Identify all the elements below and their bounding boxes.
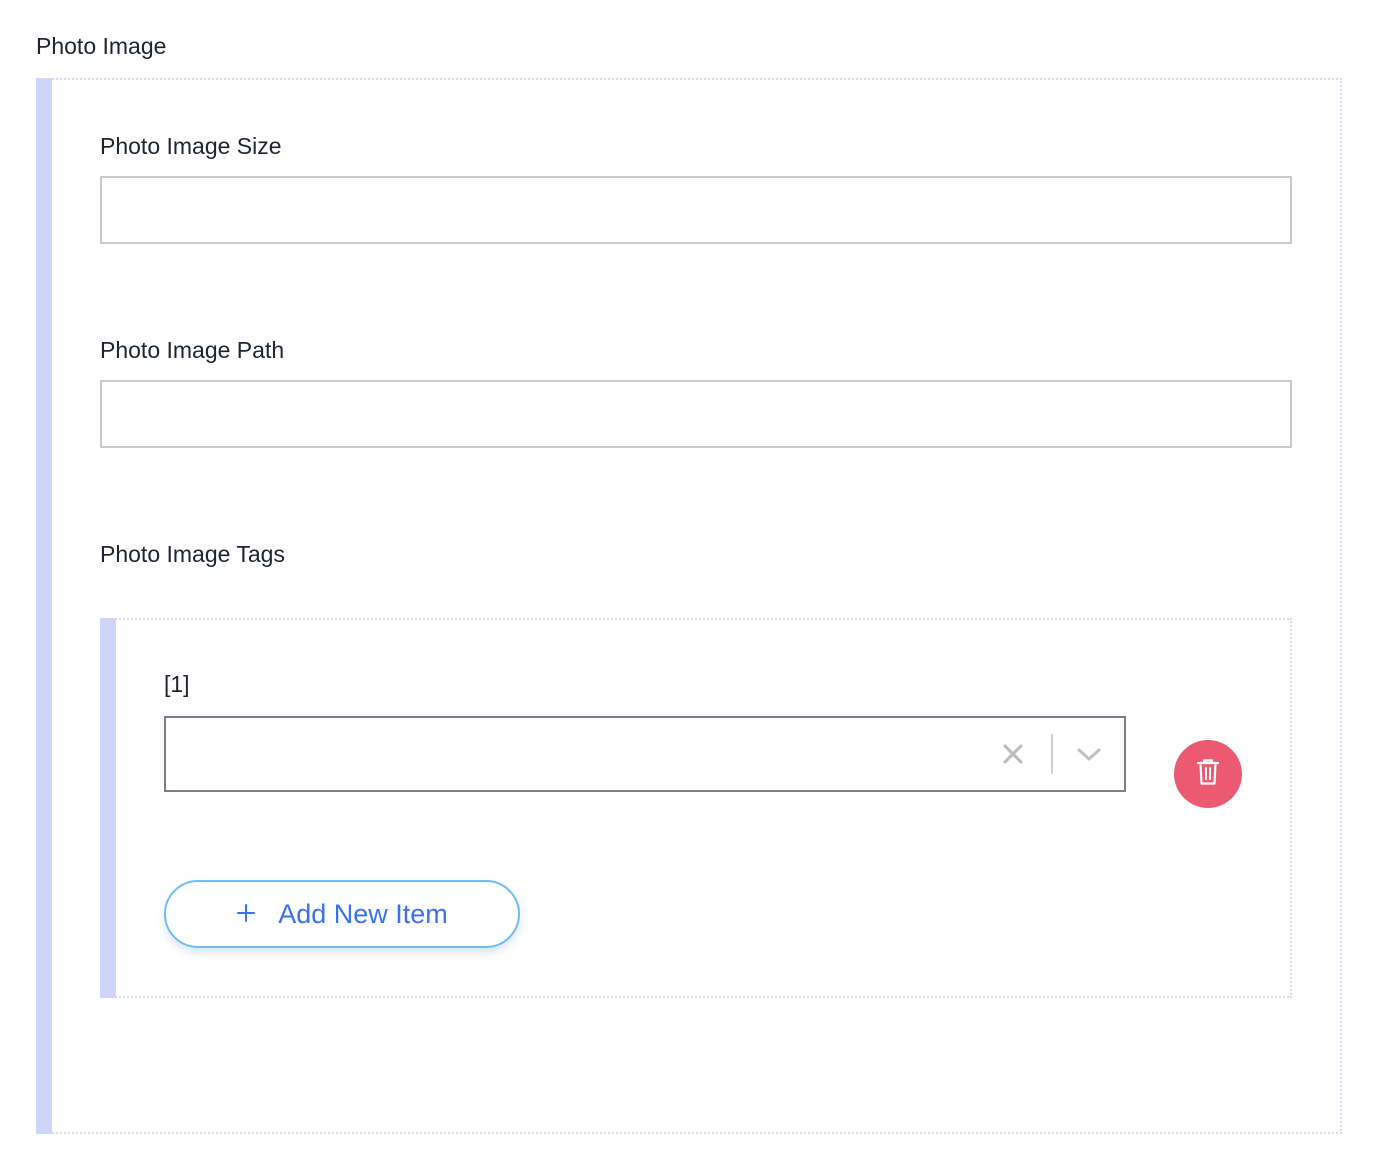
- photo-image-path-input[interactable]: [100, 380, 1292, 448]
- group-accent-bar: [36, 78, 52, 1134]
- photo-image-size-label: Photo Image Size: [100, 133, 282, 159]
- photo-image-size-input[interactable]: [100, 176, 1292, 244]
- photo-image-path-label: Photo Image Path: [100, 337, 285, 363]
- add-new-item-button[interactable]: Add New Item: [164, 880, 520, 948]
- photo-image-tags-group: [1] Add New Item: [100, 618, 1292, 998]
- trash-icon: [1196, 758, 1220, 791]
- plus-icon: [236, 901, 256, 927]
- add-new-item-label: Add New Item: [278, 899, 448, 929]
- delete-item-button[interactable]: [1174, 740, 1242, 808]
- tags-group-accent-bar: [100, 618, 116, 998]
- photo-image-tags-label: Photo Image Tags: [100, 541, 285, 567]
- photo-image-group: Photo Image Size Photo Image Path Photo …: [36, 78, 1342, 1134]
- close-icon[interactable]: [1002, 743, 1024, 765]
- chevron-down-icon[interactable]: [1076, 744, 1102, 764]
- select-separator: [1051, 734, 1053, 774]
- tag-item-index: [1]: [164, 671, 190, 697]
- photo-image-section-title: Photo Image: [36, 33, 167, 59]
- tag-item-select[interactable]: [164, 716, 1126, 792]
